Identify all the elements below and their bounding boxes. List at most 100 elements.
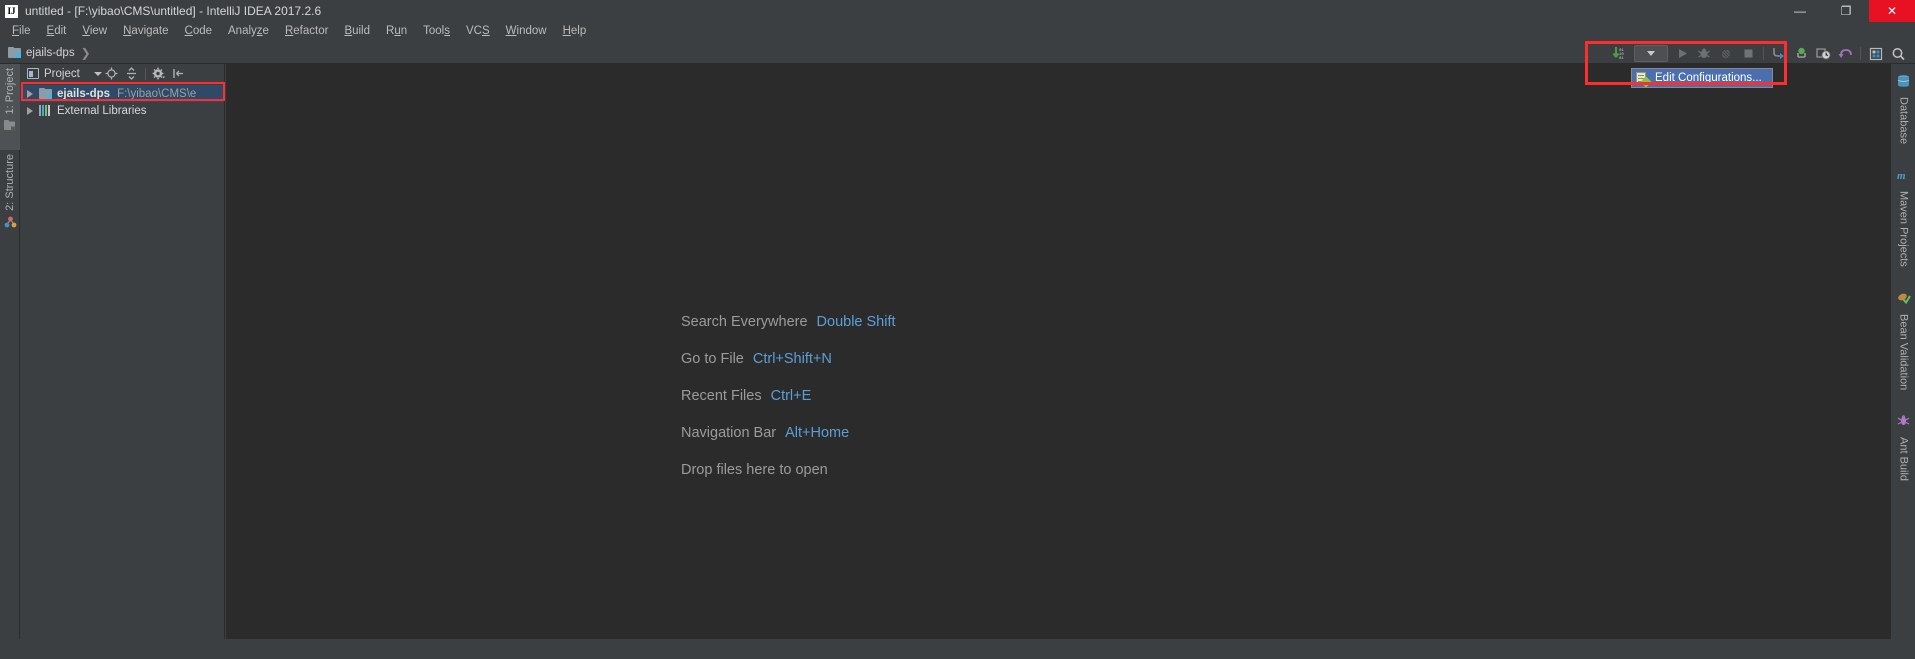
sidebar-item-ant-build[interactable]: Ant Build — [1891, 409, 1915, 486]
menu-file[interactable]: File — [4, 24, 39, 40]
close-button[interactable]: ✕ — [1869, 0, 1915, 22]
minimize-button[interactable]: — — [1777, 0, 1823, 22]
menu-edit[interactable]: Edit — [39, 24, 75, 40]
project-tool-window: Project — [21, 64, 225, 639]
tree-node-label: ejails-dps — [57, 88, 110, 100]
menu-refactor[interactable]: Refactor — [277, 24, 336, 40]
settings-icon[interactable] — [1865, 43, 1887, 64]
menu-code[interactable]: Code — [177, 24, 221, 40]
chevron-down-icon[interactable] — [94, 72, 102, 76]
hint-recent-files: Recent Files Ctrl+E — [681, 388, 896, 404]
collapse-all-icon[interactable] — [122, 64, 142, 83]
library-icon — [39, 105, 52, 116]
hint-navigation-bar: Navigation Bar Alt+Home — [681, 425, 896, 441]
settings-gear-icon[interactable] — [149, 64, 169, 83]
run-configurations-combo[interactable] — [1634, 45, 1668, 62]
hint-drop-files: Drop files here to open — [681, 462, 896, 478]
stop-icon[interactable] — [1737, 43, 1759, 64]
vcs-update-icon[interactable] — [1768, 43, 1790, 64]
toolbar-divider — [1763, 47, 1764, 60]
hint-shortcut: Alt+Home — [785, 425, 849, 441]
breadcrumb-label: ejails-dps — [26, 47, 75, 59]
intellij-logo-icon: IJ — [5, 5, 18, 18]
menu-navigate[interactable]: Navigate — [115, 24, 176, 40]
sidebar-item-maven-projects-label: Maven Projects — [1898, 191, 1910, 267]
edit-configurations-menu-item[interactable]: Edit Configurations... — [1631, 68, 1773, 88]
expand-arrow-icon[interactable] — [27, 107, 33, 115]
svg-text:01: 01 — [1619, 57, 1624, 61]
sidebar-item-ant-build-label: Ant Build — [1898, 437, 1910, 481]
sidebar-item-maven-projects[interactable]: m Maven Projects — [1891, 163, 1915, 272]
hint-go-to-file: Go to File Ctrl+Shift+N — [681, 351, 896, 367]
update-project-icon[interactable]: 01 10 01 — [1609, 43, 1631, 64]
intellij-idea-window: IJ untitled - [F:\yibao\CMS\untitled] - … — [0, 0, 1915, 659]
debug-icon[interactable] — [1693, 43, 1715, 64]
ant-build-icon — [1897, 414, 1910, 432]
sidebar-item-bean-validation[interactable]: Bean Validation — [1891, 286, 1915, 395]
menu-window[interactable]: Window — [498, 24, 555, 40]
maven-icon: m — [1897, 168, 1911, 186]
hint-label: Search Everywhere — [681, 314, 808, 330]
hint-shortcut: Double Shift — [817, 314, 896, 330]
tree-node-ejails-dps[interactable]: ejails-dps F:\yibao\CMS\e — [21, 85, 224, 102]
menu-help[interactable]: Help — [555, 24, 595, 40]
menu-run[interactable]: Run — [378, 24, 415, 40]
search-icon[interactable] — [1887, 43, 1909, 64]
window-titlebar: IJ untitled - [F:\yibao\CMS\untitled] - … — [0, 0, 1915, 22]
menu-analyze[interactable]: Analyze — [220, 24, 277, 40]
tree-node-label: External Libraries — [57, 105, 146, 117]
sidebar-item-bean-validation-label: Bean Validation — [1898, 314, 1910, 390]
sidebar-item-structure[interactable]: 2: Structure — [0, 150, 20, 250]
sidebar-item-project[interactable]: 1: Project — [0, 64, 20, 150]
hint-search-everywhere: Search Everywhere Double Shift — [681, 314, 896, 330]
right-tool-window-stripe: Database m Maven Projects Bean Validatio… — [1890, 64, 1915, 639]
menu-build[interactable]: Build — [336, 24, 378, 40]
toolbar-divider-2 — [1860, 47, 1861, 60]
project-tree: ejails-dps F:\yibao\CMS\e External Libra… — [21, 85, 224, 119]
expand-arrow-icon[interactable] — [27, 90, 33, 98]
breadcrumb[interactable]: ejails-dps ❯ — [8, 46, 91, 60]
window-title: untitled - [F:\yibao\CMS\untitled] - Int… — [25, 4, 321, 18]
status-bar — [0, 639, 1915, 659]
empty-editor-hints: Search Everywhere Double Shift Go to Fil… — [681, 314, 896, 478]
menu-tools[interactable]: Tools — [415, 24, 458, 40]
breadcrumb-separator-icon: ❯ — [81, 46, 91, 60]
hide-panel-icon[interactable] — [169, 64, 189, 83]
svg-text:m: m — [1897, 170, 1906, 181]
run-with-coverage-icon[interactable] — [1715, 43, 1737, 64]
module-icon — [39, 88, 52, 99]
sidebar-item-database[interactable]: Database — [1891, 69, 1915, 149]
panel-toolbar-divider — [145, 68, 146, 80]
hint-shortcut: Ctrl+E — [771, 388, 812, 404]
hint-label: Navigation Bar — [681, 425, 776, 441]
vcs-commit-icon[interactable] — [1790, 43, 1812, 64]
hint-label: Recent Files — [681, 388, 762, 404]
menu-vcs[interactable]: VCS — [458, 24, 498, 40]
project-view-icon — [27, 68, 39, 79]
run-toolbar: 01 10 01 — [1609, 43, 1915, 64]
tree-node-path: F:\yibao\CMS\e — [117, 88, 196, 100]
vcs-history-icon[interactable] — [1812, 43, 1834, 64]
menu-view[interactable]: View — [74, 24, 115, 40]
project-view-title: Project — [44, 68, 80, 80]
run-icon[interactable] — [1671, 43, 1693, 64]
project-tool-window-header: Project — [21, 64, 224, 83]
edit-configurations-label: Edit Configurations... — [1655, 72, 1762, 84]
project-icon — [4, 118, 16, 136]
vcs-rollback-icon[interactable] — [1834, 43, 1856, 64]
restore-button[interactable]: ❐ — [1823, 0, 1869, 22]
hint-shortcut: Ctrl+Shift+N — [753, 351, 832, 367]
menu-bar: File Edit View Navigate Code Analyze Ref… — [0, 22, 1915, 42]
database-icon — [1897, 74, 1910, 92]
edit-configurations-icon — [1636, 72, 1649, 85]
module-icon — [8, 47, 21, 58]
window-controls: — ❐ ✕ — [1777, 0, 1915, 22]
editor-area[interactable]: Search Everywhere Double Shift Go to Fil… — [226, 64, 1890, 639]
hint-label: Drop files here to open — [681, 462, 828, 478]
sidebar-item-database-label: Database — [1898, 97, 1910, 144]
scroll-from-source-icon[interactable] — [102, 64, 122, 83]
sidebar-item-structure-label: 2: Structure — [4, 154, 16, 211]
bean-validation-icon — [1897, 291, 1911, 309]
tree-node-external-libraries[interactable]: External Libraries — [21, 102, 224, 119]
chevron-down-icon — [1647, 51, 1655, 56]
